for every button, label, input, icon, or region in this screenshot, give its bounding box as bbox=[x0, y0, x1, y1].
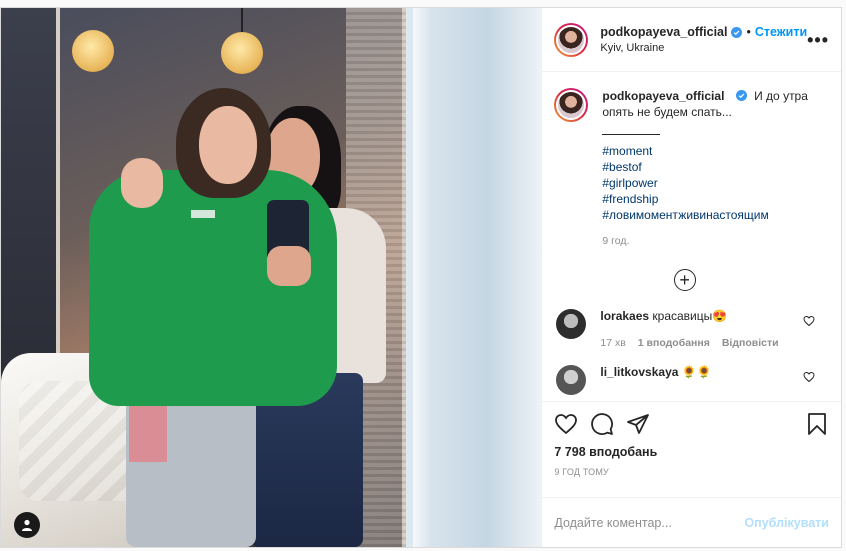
publish-button[interactable]: Опублікувати bbox=[744, 516, 829, 530]
photo-lamp bbox=[221, 32, 263, 74]
photo-person-face bbox=[199, 106, 257, 184]
post-timestamp[interactable]: 9 год тому bbox=[554, 467, 829, 477]
photo-person-arm bbox=[121, 158, 163, 208]
comment-text: красавицы😍 bbox=[652, 309, 728, 323]
hashtag-link[interactable]: #ловимоментживинастоящим bbox=[602, 207, 812, 223]
comments-area[interactable]: podkopayeva_official И до утра опять не … bbox=[542, 72, 841, 401]
caption: podkopayeva_official И до утра опять не … bbox=[554, 88, 829, 249]
hashtag-link[interactable]: #girlpower bbox=[602, 175, 812, 191]
photo-lamp bbox=[72, 30, 114, 72]
comment-avatar[interactable] bbox=[556, 365, 587, 395]
post-photo[interactable] bbox=[1, 8, 542, 547]
avatar[interactable] bbox=[554, 88, 589, 122]
post-side-panel: podkopayeva_official • Стежити Kyiv, Ukr… bbox=[541, 8, 841, 547]
photo-person-hand bbox=[267, 246, 311, 286]
comment-input[interactable] bbox=[554, 515, 735, 530]
bookmark-icon[interactable] bbox=[805, 412, 829, 436]
comment-heart-icon[interactable] bbox=[803, 315, 815, 327]
header-username[interactable]: podkopayeva_official bbox=[600, 25, 727, 39]
location-link[interactable]: Kyiv, Ukraine bbox=[600, 42, 807, 54]
avatar[interactable] bbox=[554, 22, 589, 57]
photo-pants-print bbox=[129, 406, 167, 462]
photo-sweater-logo bbox=[191, 210, 215, 218]
hashtag-link[interactable]: #frendship bbox=[602, 191, 812, 207]
load-more-comments-button[interactable]: + bbox=[673, 269, 696, 291]
follow-button[interactable]: Стежити bbox=[755, 25, 807, 39]
photo-lamp-cord bbox=[241, 8, 243, 34]
comment-item: lorakaes красавицы😍 17 хв 1 вподобання В… bbox=[554, 309, 829, 349]
share-icon[interactable] bbox=[626, 412, 650, 436]
verified-badge-icon bbox=[731, 26, 743, 38]
caption-username[interactable]: podkopayeva_official bbox=[602, 89, 724, 103]
header-separator: • bbox=[746, 25, 751, 39]
post-actions: 7 798 вподобань 9 год тому bbox=[542, 401, 841, 497]
comment-time[interactable]: 17 хв bbox=[600, 337, 625, 349]
hashtag-list: #moment #bestof #girlpower #frendship #л… bbox=[602, 143, 812, 223]
comment-reply-button[interactable]: Відповісти bbox=[722, 337, 779, 349]
likes-count[interactable]: 7 798 вподобань bbox=[554, 445, 829, 459]
caption-time[interactable]: 9 год. bbox=[602, 233, 812, 249]
verified-badge-icon bbox=[735, 90, 747, 101]
comment-text: 🌻🌻 bbox=[681, 365, 712, 379]
more-options-icon[interactable]: ••• bbox=[807, 31, 829, 49]
comment-avatar[interactable] bbox=[556, 309, 587, 339]
comment-likes[interactable]: 1 вподобання bbox=[638, 337, 710, 349]
comment-username[interactable]: lorakaes bbox=[600, 309, 649, 323]
user-tag-icon[interactable] bbox=[14, 512, 40, 538]
post-container: podkopayeva_official • Стежити Kyiv, Ukr… bbox=[0, 7, 842, 548]
photo-panel-edge bbox=[413, 8, 431, 547]
comment-item: li_litkovskaya 🌻🌻 bbox=[554, 365, 829, 395]
heart-icon[interactable] bbox=[554, 412, 578, 436]
comment-username[interactable]: li_litkovskaya bbox=[600, 365, 678, 379]
add-comment-section: Опублікувати bbox=[542, 497, 841, 547]
post-header: podkopayeva_official • Стежити Kyiv, Ukr… bbox=[542, 8, 841, 72]
comment-icon[interactable] bbox=[590, 412, 614, 436]
comment-heart-icon[interactable] bbox=[803, 371, 815, 383]
hashtag-link[interactable]: #bestof bbox=[602, 159, 812, 175]
caption-divider bbox=[602, 134, 661, 135]
hashtag-link[interactable]: #moment bbox=[602, 143, 812, 159]
